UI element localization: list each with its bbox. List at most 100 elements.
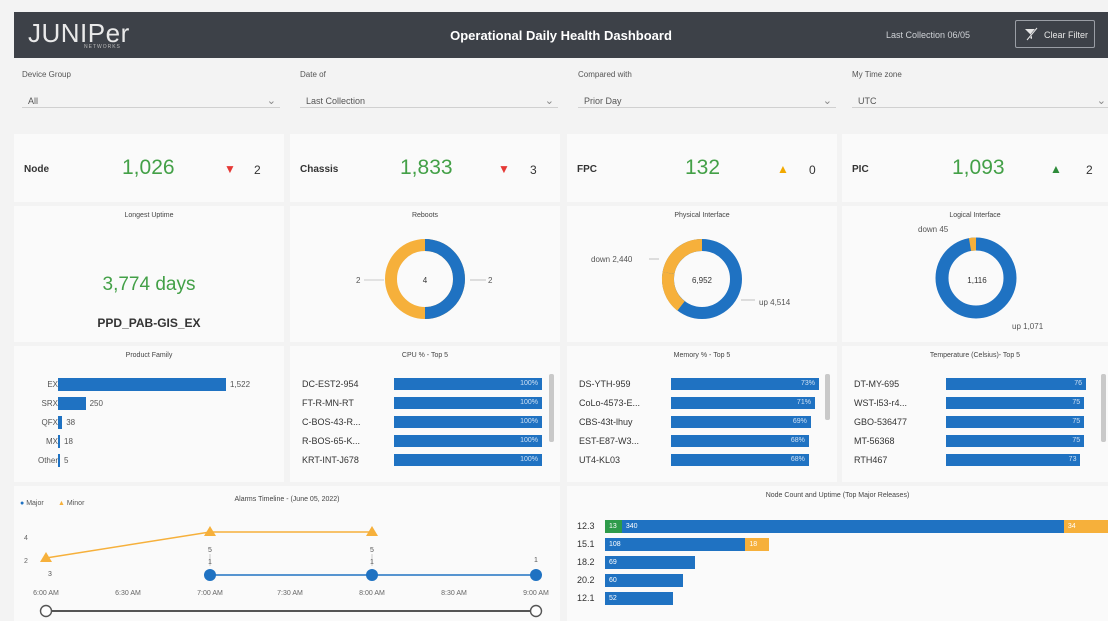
table-row[interactable]: C-BOS-43-R... 100% bbox=[302, 416, 542, 429]
bar[interactable] bbox=[58, 397, 86, 410]
bar: 73 bbox=[946, 454, 1081, 466]
bar-segment: 340 bbox=[621, 520, 1064, 533]
table-row[interactable]: UT4-KL03 68% bbox=[579, 454, 819, 467]
donut-label-down: down 2,440 bbox=[591, 255, 633, 264]
major-point bbox=[530, 569, 542, 581]
bar-segment: 60 bbox=[605, 574, 683, 587]
compared-with-select[interactable]: Prior Day ⌄ bbox=[578, 86, 836, 108]
reboots-card[interactable]: Reboots 4 2 2 bbox=[290, 206, 560, 342]
release-row[interactable]: 12.3 13 340 34 bbox=[577, 520, 1108, 533]
bar-value-label: 100% bbox=[520, 456, 538, 463]
table-row[interactable]: MT-56368 75 bbox=[854, 435, 1094, 448]
scrollbar[interactable] bbox=[825, 374, 830, 420]
filter-value: Last Collection bbox=[306, 96, 366, 106]
header-bar: JUNIPer NETWORKS Operational Daily Healt… bbox=[14, 12, 1108, 58]
table-row[interactable]: DT-MY-695 76 bbox=[854, 378, 1094, 391]
filter-value: All bbox=[28, 96, 39, 106]
table-row[interactable]: CBS-43t-lhuy 69% bbox=[579, 416, 819, 429]
kpi-delta: 2 bbox=[254, 163, 261, 177]
filter-label: Compared with bbox=[578, 70, 632, 79]
kpi-value: 132 bbox=[685, 156, 721, 179]
bar[interactable] bbox=[58, 416, 63, 429]
bar-value-label: 68% bbox=[790, 456, 805, 463]
slider-handle-end[interactable] bbox=[529, 604, 543, 618]
bar-value-label: 73% bbox=[800, 380, 815, 387]
table-row[interactable]: WST-l53-r4... 75 bbox=[854, 397, 1094, 410]
table-row[interactable]: DS-YTH-959 73% bbox=[579, 378, 819, 391]
longest-uptime-card[interactable]: Longest Uptime 3,774 days PPD_PAB-GIS_EX bbox=[14, 206, 284, 342]
kpi-label: Node bbox=[24, 164, 49, 175]
cpu-top5-card[interactable]: CPU % - Top 5 DC-EST2-954 100% FT-R-MN-RT 1… bbox=[290, 346, 560, 482]
bar: 75 bbox=[946, 416, 1085, 428]
kpi-card-chassis[interactable]: Chassis 1,833 ▼ 3 bbox=[290, 134, 560, 202]
physical-interface-card[interactable]: Physical Interface 6,952 down 2,440 up 4… bbox=[567, 206, 837, 342]
kpi-card-fpc[interactable]: FPC 132 ▲ 0 bbox=[567, 134, 837, 202]
memory-top5-card[interactable]: Memory % - Top 5 DS-YTH-959 73% CoLo-4573-… bbox=[567, 346, 837, 482]
device-group-select[interactable]: All ⌄ bbox=[22, 86, 280, 108]
bar-segment: 108 bbox=[605, 538, 746, 551]
minor-data-label: 5 bbox=[208, 547, 212, 554]
card-title: Temperature (Celsius)- Top 5 bbox=[929, 352, 1021, 359]
table-row[interactable]: R-BOS-65-K... 100% bbox=[302, 435, 542, 448]
trend-up-icon: ▲ bbox=[1050, 162, 1062, 176]
bar[interactable] bbox=[58, 378, 226, 391]
card-title: Reboots bbox=[411, 212, 439, 219]
bar-segment: 69 bbox=[605, 556, 695, 569]
bar-value-label: 75 bbox=[1072, 437, 1081, 444]
scrollbar[interactable] bbox=[549, 374, 554, 442]
trend-down-icon: ▼ bbox=[498, 162, 510, 176]
product-family-card[interactable]: Product Family EX 1,522 SRX 250 QFX 38 MX 18 Oth… bbox=[14, 346, 284, 482]
table-row[interactable]: DC-EST2-954 100% bbox=[302, 378, 542, 391]
kpi-label: Chassis bbox=[300, 164, 339, 175]
card-title: Node Count and Uptime (Top Major Release… bbox=[765, 492, 910, 499]
bar-value-label: 5 bbox=[64, 456, 69, 465]
kpi-card-pic[interactable]: PIC 1,093 ▲ 2 bbox=[842, 134, 1108, 202]
clear-filter-label: Clear Filter bbox=[1044, 30, 1089, 40]
device-group-filter: Device Group All ⌄ bbox=[22, 70, 280, 114]
logical-interface-card[interactable]: Logical Interface 1,116 down 45 up 1,071 bbox=[842, 206, 1108, 342]
alarms-timeline-card[interactable]: Alarms Timeline - (June 05, 2022) ● Majo… bbox=[14, 486, 560, 621]
table-row[interactable]: FT-R-MN-RT 100% bbox=[302, 397, 542, 410]
date-of-filter: Date of Last Collection ⌄ bbox=[300, 70, 558, 114]
time-zone-select[interactable]: UTC ⌄ bbox=[852, 86, 1108, 108]
major-point bbox=[366, 569, 378, 581]
bar-value-label: 73 bbox=[1068, 456, 1077, 463]
release-row[interactable]: 12.1 52 bbox=[577, 592, 1097, 605]
release-row[interactable]: 15.1 108 18 bbox=[577, 538, 1097, 551]
bar[interactable] bbox=[58, 454, 60, 467]
release-row[interactable]: 20.2 60 bbox=[577, 574, 1097, 587]
table-row[interactable]: GBO-536477 75 bbox=[854, 416, 1094, 429]
bar: 100% bbox=[394, 397, 542, 409]
bar-value-label: 76 bbox=[1074, 380, 1082, 387]
table-row[interactable]: KRT-INT-J678 100% bbox=[302, 454, 542, 467]
bar: 75 bbox=[946, 397, 1085, 409]
row-name: C-BOS-43-R... bbox=[302, 417, 361, 427]
row-name: GBO-536477 bbox=[854, 417, 908, 427]
release-uptime-card[interactable]: Node Count and Uptime (Top Major Release… bbox=[567, 486, 1108, 621]
bar[interactable] bbox=[58, 435, 60, 448]
card-title: Memory % - Top 5 bbox=[673, 352, 731, 359]
date-of-select[interactable]: Last Collection ⌄ bbox=[300, 86, 558, 108]
release-row[interactable]: 18.2 69 bbox=[577, 556, 1097, 569]
bar-value-label: 69% bbox=[792, 418, 807, 425]
kpi-value: 1,833 bbox=[400, 156, 453, 179]
kpi-card-node[interactable]: Node 1,026 ▼ 2 bbox=[14, 134, 284, 202]
scrollbar[interactable] bbox=[1101, 374, 1106, 442]
temperature-top5-card[interactable]: Temperature (Celsius)- Top 5 DT-MY-695 76… bbox=[842, 346, 1108, 482]
row-name: MT-56368 bbox=[854, 436, 895, 446]
row-name: WST-l53-r4... bbox=[854, 398, 908, 408]
table-row[interactable]: RTH467 73 bbox=[854, 454, 1094, 467]
row-name: EST-E87-W3... bbox=[579, 436, 640, 446]
kpi-value: 1,093 bbox=[952, 156, 1005, 179]
clear-filter-button[interactable]: Clear Filter bbox=[1015, 20, 1095, 48]
slider-handle-start[interactable] bbox=[39, 604, 53, 618]
row-name: UT4-KL03 bbox=[579, 455, 621, 465]
table-row[interactable]: EST-E87-W3... 68% bbox=[579, 435, 819, 448]
row-name: RTH467 bbox=[854, 455, 888, 465]
donut-label-up: up 4,514 bbox=[759, 298, 791, 307]
table-row[interactable]: CoLo-4573-E... 71% bbox=[579, 397, 819, 410]
kpi-delta: 0 bbox=[809, 163, 816, 177]
bar-value-label: 71% bbox=[796, 399, 811, 406]
row-name: CBS-43t-lhuy bbox=[579, 417, 633, 427]
bar: 68% bbox=[671, 454, 809, 466]
